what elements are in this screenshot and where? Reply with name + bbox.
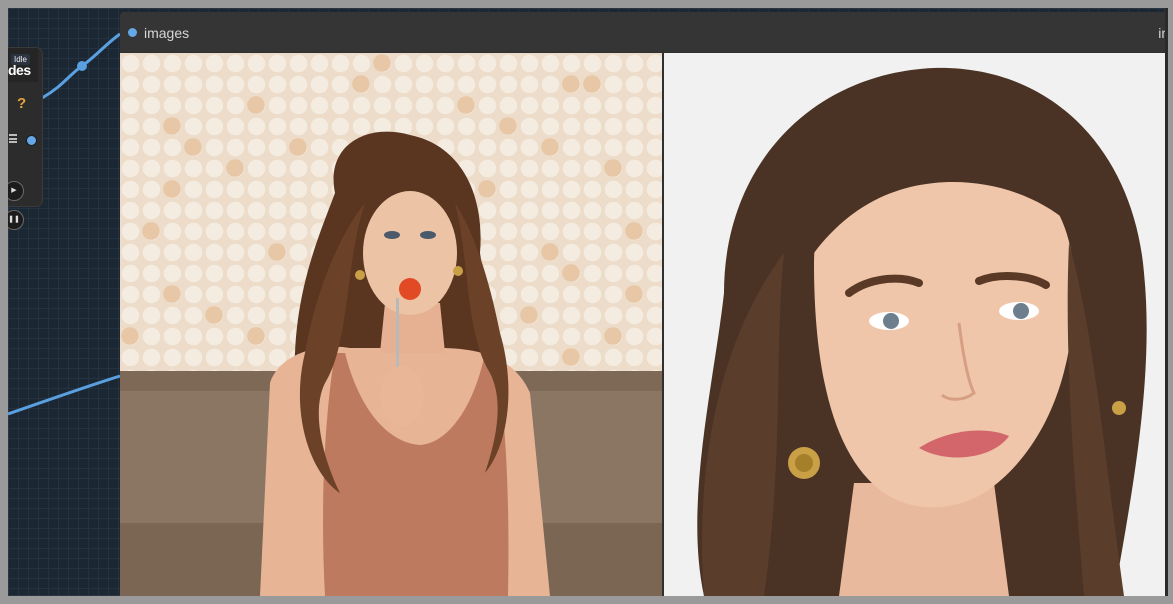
woman-eating-tomato-photo[interactable] (120, 53, 662, 596)
node-title: images (144, 25, 190, 41)
node-title-fragment: des (8, 62, 31, 78)
input-slot-dot[interactable] (128, 28, 137, 37)
preview-image-node[interactable]: images im (120, 12, 1165, 596)
link-midpoint-handle[interactable] (77, 61, 87, 71)
hamburger-menu-icon[interactable] (9, 134, 17, 143)
side-node[interactable]: Idle des ? ▶ ❚❚ (8, 48, 42, 230)
link-curve-bottom[interactable] (8, 374, 121, 416)
play-icon[interactable]: ▶ (8, 181, 24, 201)
woman-portrait-photo[interactable] (664, 53, 1165, 596)
node-graph-canvas[interactable]: Idle des ? ▶ ❚❚ images im (8, 8, 1168, 596)
question-mark-icon[interactable]: ? (17, 95, 26, 112)
side-node-title[interactable]: Idle des (8, 48, 38, 82)
node-title-right: im (1158, 25, 1165, 41)
output-slot-dot[interactable] (26, 135, 37, 146)
node-header[interactable]: images im (120, 12, 1165, 52)
